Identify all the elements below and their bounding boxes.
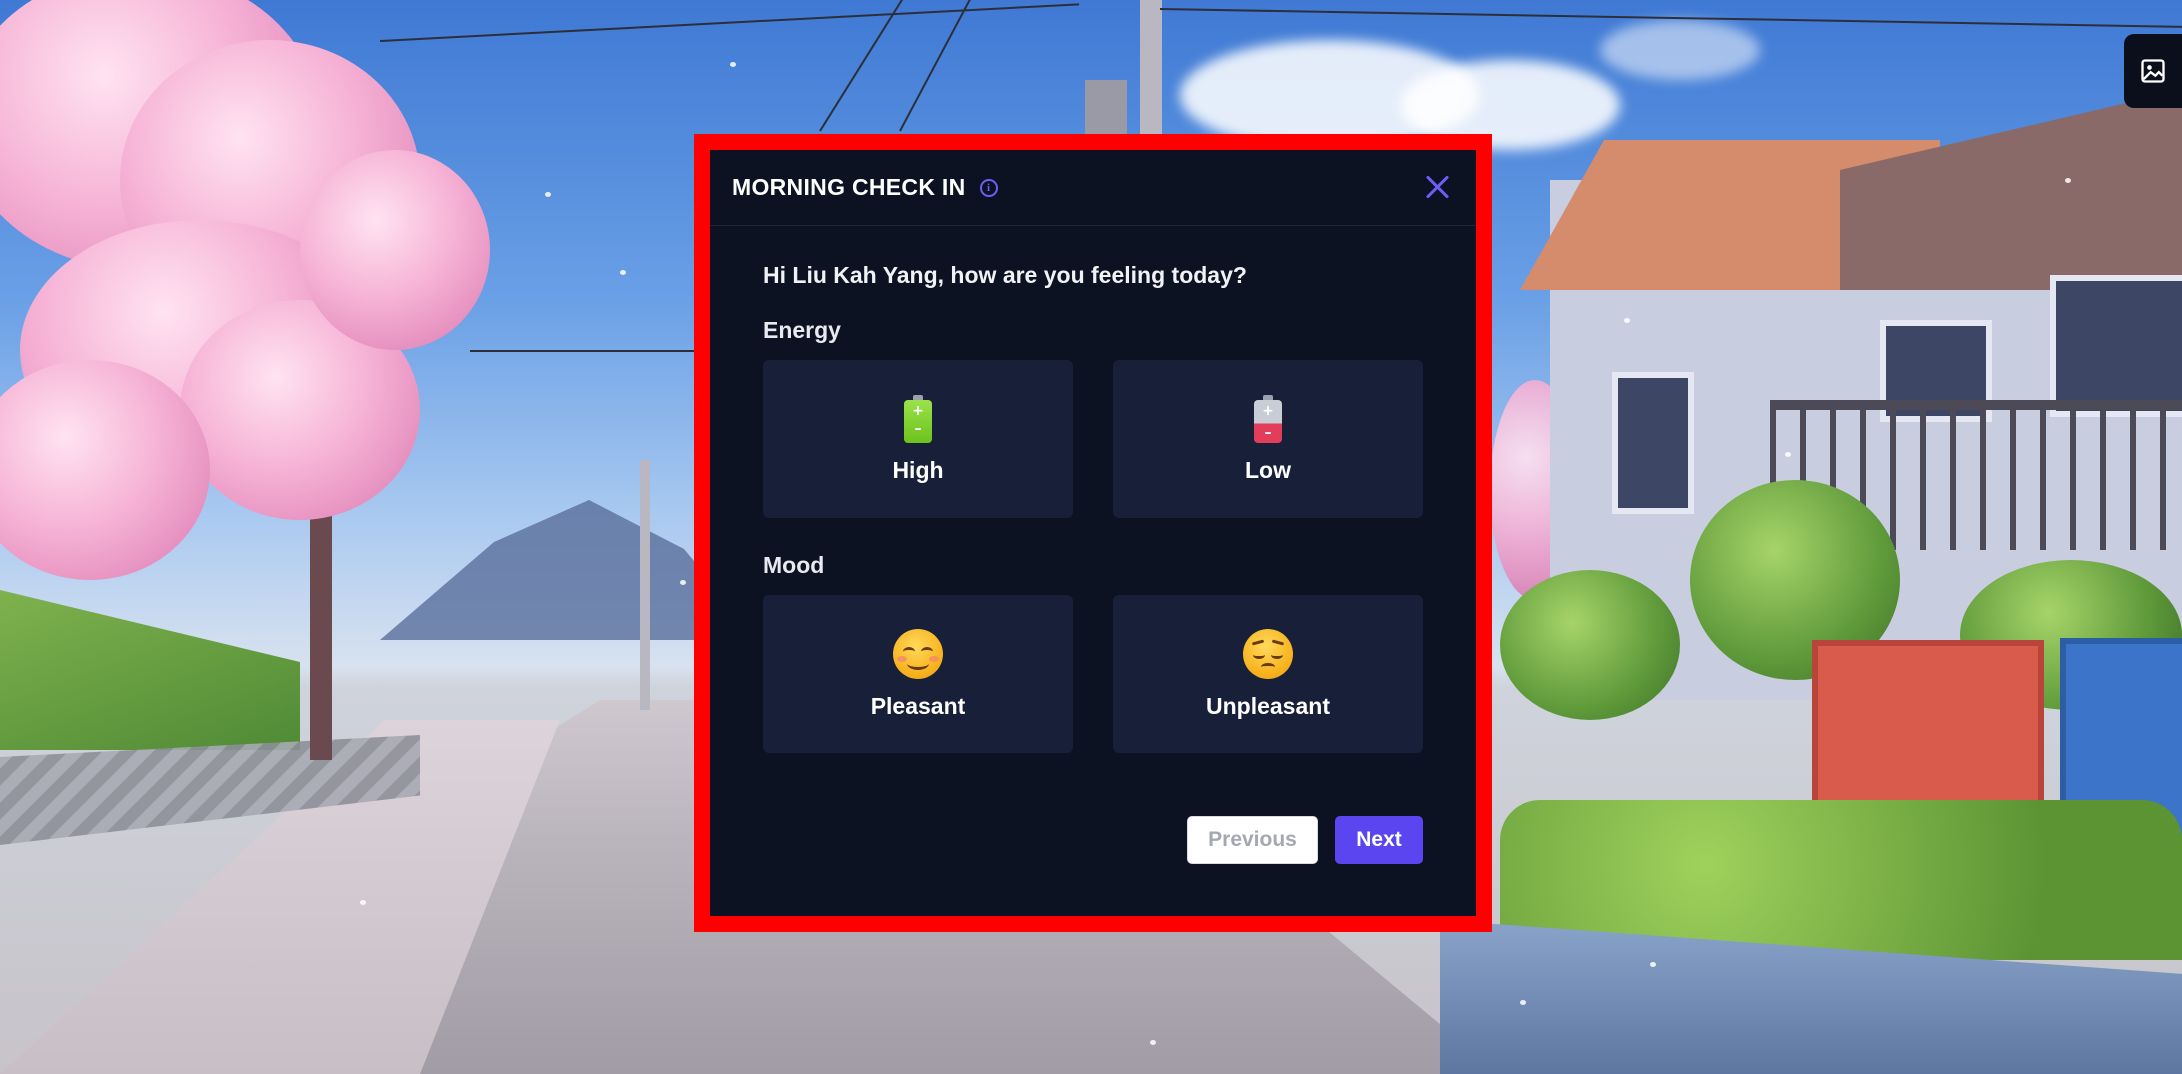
modal-title: MORNING CHECK IN: [732, 174, 966, 200]
modal-highlight-frame: MORNING CHECK IN i Hi Liu Kah Yang, how …: [694, 134, 1492, 932]
mood-pleasant-option[interactable]: Pleasant: [763, 595, 1073, 753]
energy-label: Energy: [763, 317, 841, 343]
close-icon[interactable]: [1422, 172, 1452, 202]
pensive-face-icon: [1243, 628, 1293, 679]
energy-options: + – High + – Low: [763, 360, 1423, 518]
smiling-face-icon: [893, 628, 943, 679]
battery-low-icon: + –: [1254, 394, 1282, 443]
energy-low-label: Low: [1245, 456, 1291, 483]
greeting-text: Hi Liu Kah Yang, how are you feeling tod…: [763, 262, 1247, 288]
previous-button[interactable]: Previous: [1187, 816, 1318, 864]
modal-body: Hi Liu Kah Yang, how are you feeling tod…: [710, 262, 1476, 753]
info-icon[interactable]: i: [979, 178, 998, 197]
image-icon: [2141, 59, 2165, 83]
energy-high-option[interactable]: + – High: [763, 360, 1073, 518]
battery-full-icon: + –: [904, 394, 932, 443]
change-background-button[interactable]: [2124, 34, 2182, 108]
mood-pleasant-label: Pleasant: [870, 692, 966, 719]
mood-unpleasant-label: Unpleasant: [1206, 692, 1330, 719]
mood-label: Mood: [763, 552, 825, 578]
energy-low-option[interactable]: + – Low: [1113, 360, 1423, 518]
next-button[interactable]: Next: [1335, 816, 1423, 864]
modal-header: MORNING CHECK IN i: [710, 150, 1476, 226]
mood-options: Pleasant Unpleasant: [763, 595, 1423, 753]
check-in-modal: MORNING CHECK IN i Hi Liu Kah Yang, how …: [710, 150, 1476, 916]
mood-unpleasant-option[interactable]: Unpleasant: [1113, 595, 1423, 753]
modal-footer: Previous Next: [1187, 816, 1423, 864]
energy-high-label: High: [892, 456, 944, 483]
